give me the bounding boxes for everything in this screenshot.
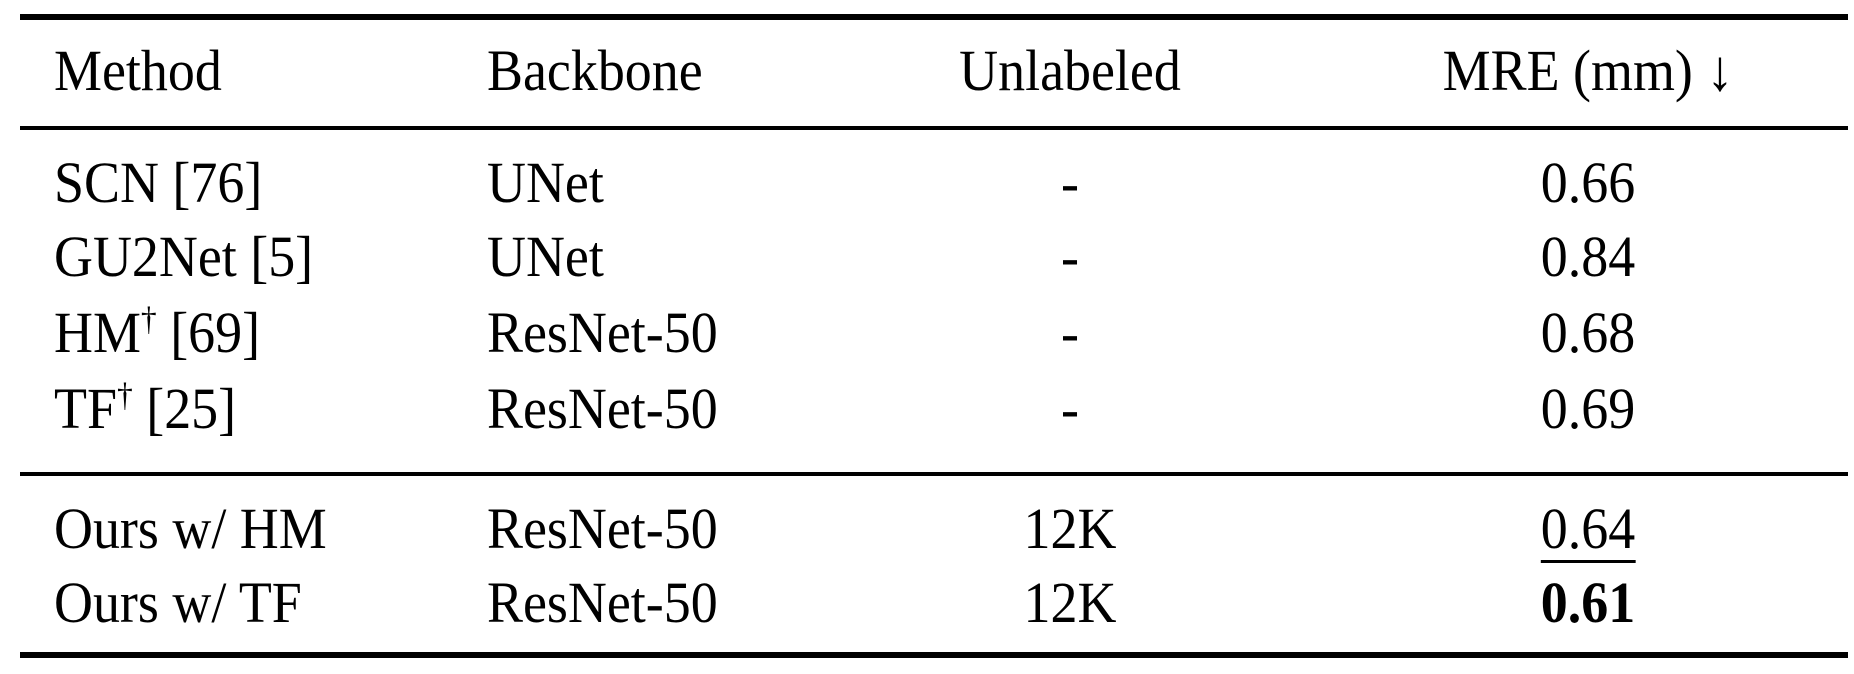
citation: [76] <box>172 150 263 215</box>
citation: [69] <box>170 300 261 365</box>
dagger-mark: † <box>140 301 157 338</box>
bottom-rule <box>20 652 1848 658</box>
best-value: 0.61 <box>1540 570 1636 635</box>
section-rule <box>20 472 1848 476</box>
row-4-method: TF† [25] <box>54 376 237 441</box>
row-1-backbone: UNet <box>487 150 604 215</box>
row-1-method: SCN [76] <box>54 150 263 215</box>
row-2-backbone: UNet <box>487 224 604 289</box>
row-6-method: Ours w/ TF <box>54 570 302 635</box>
row-5-method: Ours w/ HM <box>54 496 327 561</box>
row-5-backbone: ResNet-50 <box>487 496 718 561</box>
citation: [25] <box>146 376 237 441</box>
citation: [5] <box>250 224 314 289</box>
header-method: Method <box>54 38 222 103</box>
row-3-backbone: ResNet-50 <box>487 300 718 365</box>
header-backbone: Backbone <box>487 38 703 103</box>
dagger-mark: † <box>116 377 133 414</box>
top-rule <box>20 14 1848 20</box>
row-3-method: HM† [69] <box>54 300 261 365</box>
header-rule <box>20 126 1848 130</box>
row-6-backbone: ResNet-50 <box>487 570 718 635</box>
second-best-value: 0.64 <box>1540 496 1636 563</box>
row-4-backbone: ResNet-50 <box>487 376 718 441</box>
row-2-method: GU2Net [5] <box>54 224 314 289</box>
